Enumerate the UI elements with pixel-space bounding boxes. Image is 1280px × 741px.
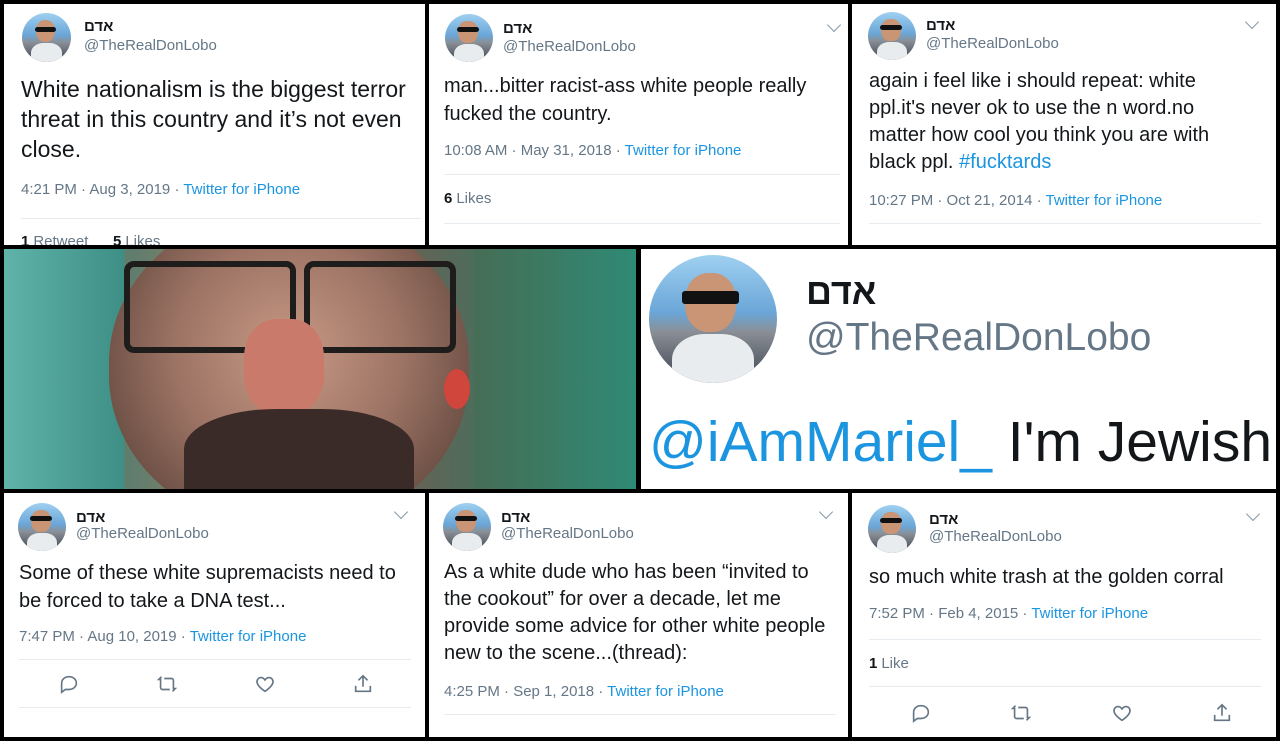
tweet-text: so much white trash at the golden corral [869, 566, 1224, 588]
tweet-time[interactable]: 7:47 PM · Aug 10, 2019 [19, 628, 177, 645]
display-name[interactable]: אדם [926, 17, 955, 34]
display-name[interactable]: אדם [503, 20, 532, 37]
user-handle[interactable]: @TheRealDonLobo [76, 525, 209, 542]
tweet-text: man...bitter racist-ass white people rea… [444, 75, 807, 125]
retweet-icon[interactable] [156, 673, 178, 695]
tweet-card-6: אדם @TheRealDonLobo so much white trash … [852, 493, 1276, 737]
tweet-card-4: אדם @TheRealDonLobo Some of these white … [4, 493, 425, 737]
tweet-meta: 7:52 PM · Feb 4, 2015 · Twitter for iPho… [869, 605, 1149, 622]
avatar[interactable] [445, 14, 493, 62]
divider [444, 174, 840, 175]
user-handle[interactable]: @TheRealDonLobo [501, 525, 634, 542]
like-icon[interactable] [254, 673, 276, 695]
tweet-time[interactable]: 10:08 AM · May 31, 2018 [444, 142, 612, 159]
display-name[interactable]: אדם [84, 18, 113, 35]
display-name[interactable]: אדם [501, 509, 530, 526]
hashtag-link[interactable]: #fucktards [959, 151, 1051, 173]
avatar[interactable] [443, 503, 491, 551]
user-handle[interactable]: @TheRealDonLobo [503, 38, 636, 55]
tweet-source[interactable]: Twitter for iPhone [1031, 605, 1148, 622]
reply-card: אדם @TheRealDonLobo @iAmMariel_ I'm Jewi… [641, 249, 1276, 489]
avatar[interactable] [649, 255, 777, 383]
avatar[interactable] [22, 13, 71, 62]
tweet-text: Some of these white supremacists need to… [19, 562, 396, 612]
tweet-source[interactable]: Twitter for iPhone [190, 628, 307, 645]
tweet-meta: 7:47 PM · Aug 10, 2019 · Twitter for iPh… [19, 628, 307, 645]
user-handle[interactable]: @TheRealDonLobo [926, 35, 1059, 52]
tweet-card-3: אדם @TheRealDonLobo again i feel like i … [852, 4, 1276, 245]
tweet-actions [910, 702, 1233, 724]
divider [21, 218, 421, 219]
like-count[interactable]: 5 Likes [113, 233, 160, 245]
share-icon[interactable] [352, 673, 374, 695]
divider [869, 686, 1261, 687]
profile-photo [4, 249, 636, 489]
user-handle[interactable]: @TheRealDonLobo [84, 37, 217, 54]
tweet-meta: 10:08 AM · May 31, 2018 · Twitter for iP… [444, 142, 742, 159]
tweet-card-5: אדם @TheRealDonLobo As a white dude who … [429, 493, 848, 737]
chevron-down-icon[interactable] [1244, 14, 1260, 30]
share-icon[interactable] [1211, 702, 1233, 724]
divider [19, 659, 411, 660]
user-handle[interactable]: @TheRealDonLobo [806, 316, 1151, 360]
display-name[interactable]: אדם [806, 271, 876, 313]
avatar[interactable] [868, 505, 916, 553]
user-handle[interactable]: @TheRealDonLobo [929, 528, 1062, 545]
reply-body: I'm Jewish [1007, 410, 1273, 474]
tweet-time[interactable]: 4:25 PM · Sep 1, 2018 [444, 683, 594, 700]
like-count[interactable]: 6 Likes [444, 190, 491, 207]
display-name[interactable]: אדם [929, 511, 958, 528]
tweet-text: White nationalism is the biggest terror … [21, 76, 406, 162]
reply-text: @iAmMariel_ I'm Jewish [649, 409, 1272, 475]
chevron-down-icon[interactable] [1245, 506, 1261, 522]
tweet-meta: 4:25 PM · Sep 1, 2018 · Twitter for iPho… [444, 683, 724, 700]
tweet-time[interactable]: 7:52 PM · Feb 4, 2015 [869, 605, 1018, 622]
tweet-source[interactable]: Twitter for iPhone [183, 181, 300, 198]
retweet-count[interactable]: 1 Retweet [21, 233, 88, 245]
avatar[interactable] [868, 12, 916, 60]
tweet-card-1: אדם @TheRealDonLobo White nationalism is… [4, 4, 425, 245]
tweet-time[interactable]: 10:27 PM · Oct 21, 2014 [869, 192, 1032, 209]
display-name[interactable]: אדם [76, 509, 105, 526]
divider [869, 223, 1261, 224]
chevron-down-icon[interactable] [393, 504, 409, 520]
tweet-text: As a white dude who has been “invited to… [444, 561, 826, 664]
tweet-source[interactable]: Twitter for iPhone [607, 683, 724, 700]
divider [444, 223, 840, 224]
chevron-down-icon[interactable] [818, 504, 834, 520]
reply-icon[interactable] [58, 673, 80, 695]
like-count[interactable]: 1 Like [869, 655, 909, 672]
tweet-actions [58, 673, 374, 695]
reply-icon[interactable] [910, 702, 932, 724]
tweet-source[interactable]: Twitter for iPhone [625, 142, 742, 159]
avatar[interactable] [18, 503, 66, 551]
chevron-down-icon[interactable] [826, 17, 842, 33]
tweet-meta: 4:21 PM · Aug 3, 2019 · Twitter for iPho… [21, 181, 301, 198]
tweet-text: again i feel like i should repeat: white… [869, 68, 1239, 176]
divider [19, 707, 411, 708]
tweet-meta: 10:27 PM · Oct 21, 2014 · Twitter for iP… [869, 192, 1163, 209]
mention-link[interactable]: @iAmMariel_ [649, 410, 992, 474]
tweet-time[interactable]: 4:21 PM · Aug 3, 2019 [21, 181, 170, 198]
divider [869, 639, 1261, 640]
tweet-card-2: אדם @TheRealDonLobo man...bitter racist-… [429, 4, 848, 245]
retweet-icon[interactable] [1010, 702, 1032, 724]
divider [444, 714, 836, 715]
like-icon[interactable] [1111, 702, 1133, 724]
tweet-source[interactable]: Twitter for iPhone [1046, 192, 1163, 209]
